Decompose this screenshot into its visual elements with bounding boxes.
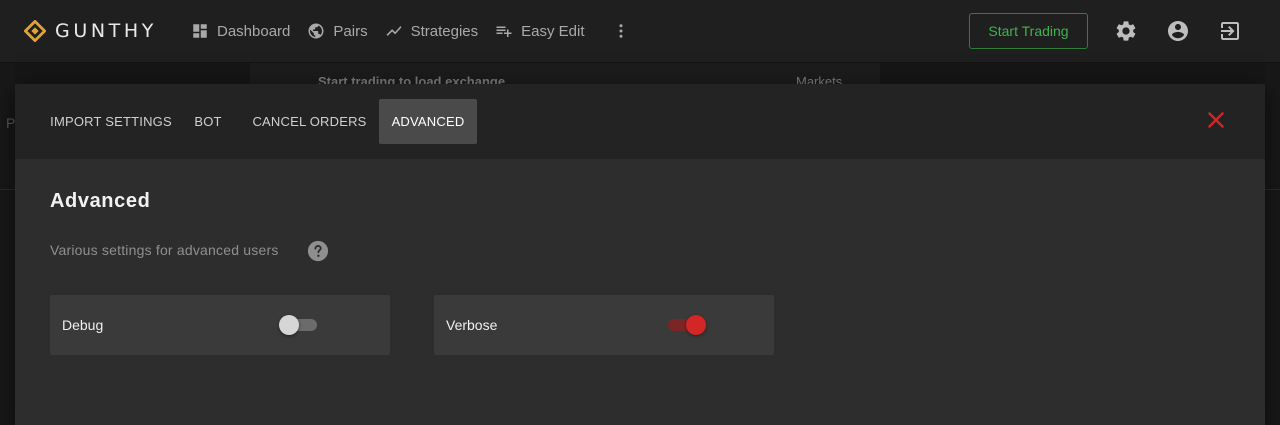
account-button[interactable] <box>1166 19 1190 43</box>
settings-dialog: IMPORT SETTINGS BOT CANCEL ORDERS ADVANC… <box>15 84 1265 425</box>
settings-button[interactable] <box>1114 19 1138 43</box>
easy-edit-icon <box>496 26 512 37</box>
tab-cancel-orders[interactable]: CANCEL ORDERS <box>243 99 376 144</box>
nav-dashboard-label: Dashboard <box>217 22 291 40</box>
start-trading-button[interactable]: Start Trading <box>969 13 1088 49</box>
setting-label-debug: Debug <box>62 317 104 333</box>
background-divider <box>1265 189 1280 190</box>
background-divider <box>0 189 15 190</box>
gunthy-logo-icon <box>24 20 46 42</box>
nav-easy-edit-label: Easy Edit <box>521 22 585 40</box>
help-icon <box>307 240 329 262</box>
top-navbar: GUNTHY Dashboard Pairs Strategies Easy E… <box>0 0 1280 63</box>
account-icon <box>1168 21 1188 41</box>
setting-card-verbose: Verbose <box>434 295 774 355</box>
dialog-description: Various settings for advanced users <box>50 242 279 258</box>
nav-pairs[interactable]: Pairs <box>307 22 368 40</box>
logout-button[interactable] <box>1218 19 1242 43</box>
nav-dashboard[interactable]: Dashboard <box>191 22 290 40</box>
verbose-toggle[interactable] <box>666 314 706 336</box>
debug-toggle-thumb <box>279 315 299 335</box>
brand-name: GUNTHY <box>55 20 157 42</box>
more-vertical-icon <box>619 24 622 38</box>
nav-more-button[interactable] <box>612 20 630 42</box>
strategies-icon <box>386 26 402 36</box>
nav-strategies[interactable]: Strategies <box>385 22 479 40</box>
help-button[interactable] <box>307 240 329 262</box>
close-icon <box>1207 111 1225 129</box>
dashboard-icon <box>193 24 207 38</box>
background-left-panel: P <box>0 63 15 425</box>
background-left-fragment: P <box>6 115 16 131</box>
dialog-close-button[interactable] <box>1205 109 1227 131</box>
setting-card-debug: Debug <box>50 295 390 355</box>
pairs-icon <box>308 23 324 39</box>
logout-icon <box>1221 22 1239 40</box>
background-right-panel <box>1265 63 1280 425</box>
nav-pairs-label: Pairs <box>333 22 368 40</box>
dialog-tab-bar: IMPORT SETTINGS BOT CANCEL ORDERS ADVANC… <box>15 84 1265 159</box>
dialog-title: Advanced <box>50 190 151 212</box>
tab-bot[interactable]: BOT <box>187 99 229 144</box>
tab-import-settings[interactable]: IMPORT SETTINGS <box>35 99 187 144</box>
brand[interactable]: GUNTHY <box>24 19 157 43</box>
tab-advanced[interactable]: ADVANCED <box>379 99 477 144</box>
verbose-toggle-thumb <box>686 315 706 335</box>
setting-label-verbose: Verbose <box>446 317 498 333</box>
debug-toggle[interactable] <box>279 314 319 336</box>
nav-easy-edit[interactable]: Easy Edit <box>495 22 585 40</box>
nav-strategies-label: Strategies <box>410 22 479 40</box>
nav-links: Dashboard Pairs Strategies Easy Edit <box>191 20 630 42</box>
gear-icon <box>1116 21 1136 41</box>
